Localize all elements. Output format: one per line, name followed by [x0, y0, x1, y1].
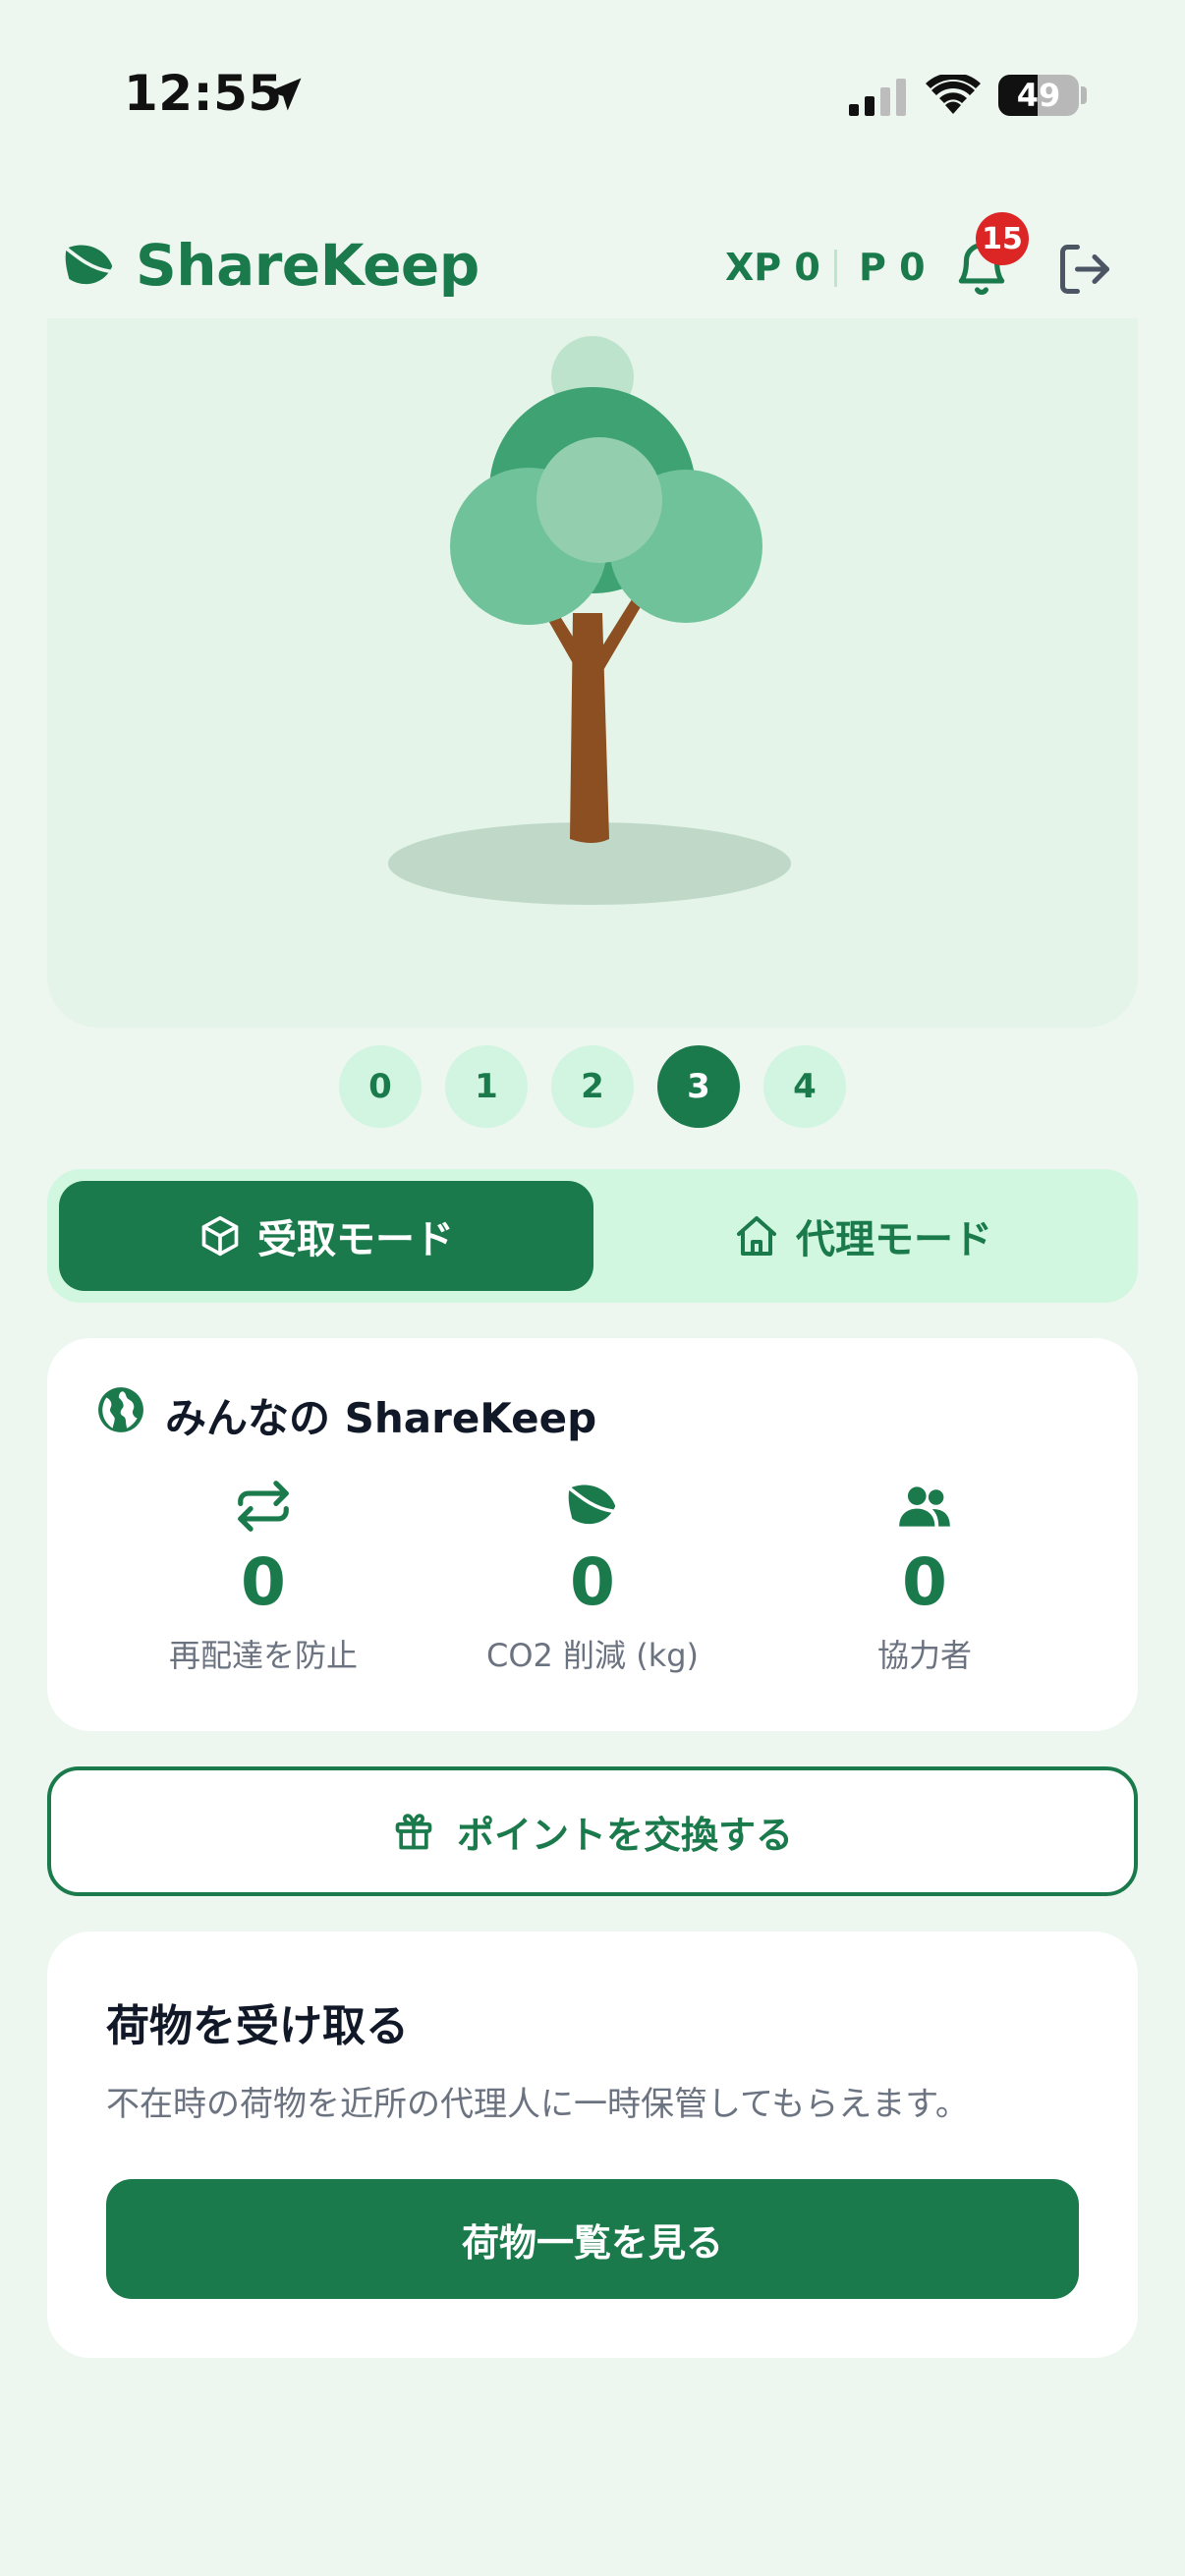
app-logo-text: ShareKeep	[136, 232, 480, 299]
users-icon	[899, 1486, 950, 1527]
xp-counter: XP 0	[725, 246, 820, 289]
proxy-mode-button[interactable]: 代理モード	[597, 1181, 1128, 1291]
receive-mode-button[interactable]: 受取モード	[59, 1181, 593, 1291]
logout-icon[interactable]	[1055, 240, 1114, 299]
stat-value: 0	[570, 1544, 615, 1620]
wifi-icon	[926, 75, 981, 114]
notification-badge: 15	[976, 212, 1029, 265]
proxy-mode-label: 代理モード	[796, 1217, 992, 1262]
receive-packages-card: 荷物を受け取る 不在時の荷物を近所の代理人に一時保管してもらえます。 荷物一覧を…	[47, 1932, 1138, 2358]
globe-icon	[98, 1387, 143, 1432]
stat-co2: 0 CO2 削減 (kg)	[425, 1476, 760, 1676]
level-1-button[interactable]: 1	[445, 1045, 528, 1128]
stat-label: CO2 削減 (kg)	[485, 1637, 700, 1674]
receive-mode-label: 受取モード	[257, 1217, 454, 1262]
points-counter: P 0	[859, 246, 926, 289]
repeat-icon	[238, 1481, 289, 1532]
stat-label: 協力者	[876, 1637, 972, 1674]
status-bar: 12:55 49	[0, 0, 1185, 187]
stat-value: 0	[241, 1544, 286, 1620]
level-selector: 01234	[0, 1045, 1185, 1128]
tree-illustration-card	[47, 318, 1138, 1028]
level-3-button[interactable]: 3	[657, 1045, 740, 1128]
stat-value: 0	[902, 1544, 947, 1620]
view-packages-button[interactable]: 荷物一覧を見る	[106, 2179, 1079, 2299]
exchange-points-label: ポイントを交換する	[456, 1813, 793, 1857]
app-screen: 12:55 49 ShareKeep XP 0 P 0 15 0 1 2 3 4…	[0, 0, 1185, 2576]
tree-illustration	[388, 336, 791, 905]
leaf-icon	[64, 245, 113, 285]
location-arrow-icon	[268, 78, 302, 111]
home-icon	[737, 1216, 776, 1256]
stat-redelivery: 0 再配達を防止	[96, 1476, 430, 1676]
header-divider	[834, 250, 837, 287]
status-time: 12:55	[124, 65, 283, 122]
level-2-button[interactable]: 2	[551, 1045, 634, 1128]
community-title: みんなの ShareKeep	[165, 1394, 597, 1442]
receive-card-title: 荷物を受け取る	[106, 2001, 409, 2051]
box-icon	[201, 1215, 239, 1257]
exchange-points-button[interactable]: ポイントを交換する	[47, 1766, 1138, 1896]
battery-cap	[1081, 86, 1087, 104]
stat-label: 再配達を防止	[168, 1637, 358, 1674]
level-4-button[interactable]: 4	[763, 1045, 846, 1128]
level-0-button[interactable]: 0	[339, 1045, 422, 1128]
community-stats-card: みんなの ShareKeep 0 再配達を防止 0 CO2 削減 (kg) 0 …	[47, 1338, 1138, 1731]
receive-card-description: 不在時の荷物を近所の代理人に一時保管してもらえます。	[106, 2085, 969, 2124]
battery-percentage: 49	[1016, 77, 1061, 114]
app-header: ShareKeep XP 0 P 0 15	[0, 206, 1185, 324]
gift-icon	[395, 1814, 432, 1850]
cellular-signal-icon	[849, 79, 906, 116]
mode-toggle: 受取モード 代理モード	[47, 1169, 1138, 1303]
stat-helpers: 0 協力者	[758, 1476, 1092, 1676]
battery-indicator: 49	[998, 75, 1079, 116]
leaf-icon	[567, 1484, 616, 1525]
